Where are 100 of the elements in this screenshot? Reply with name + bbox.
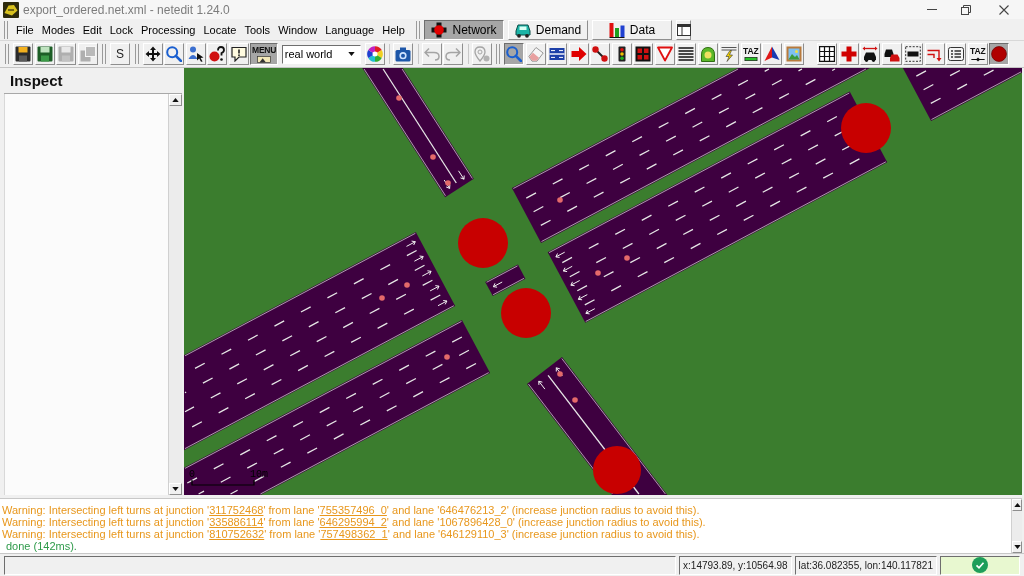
undo-icon: [423, 46, 440, 62]
menu-view-button[interactable]: MENU: [250, 43, 279, 65]
geometry-point: [430, 154, 436, 160]
search-icon: [166, 46, 182, 62]
window-toggle-button[interactable]: [676, 19, 691, 40]
dashed-frame-icon: [905, 46, 922, 62]
menu-item[interactable]: Language: [321, 21, 379, 38]
menu-item[interactable]: Help: [378, 21, 409, 38]
panel-title: Inspect: [10, 72, 63, 89]
junction-marker: [841, 103, 891, 153]
eraser-icon: [527, 46, 544, 62]
menu-item[interactable]: Window: [274, 21, 322, 38]
road-icon: [549, 46, 566, 62]
dot-button[interactable]: [989, 43, 1010, 65]
grid-button[interactable]: [817, 43, 838, 65]
speech-bubble-icon: [230, 46, 247, 62]
caret-down-icon: [1013, 545, 1021, 549]
junction-marker: [593, 446, 641, 494]
shape-mode-button[interactable]: [762, 43, 783, 65]
list-icon: [948, 46, 965, 62]
geometry-point: [404, 282, 410, 288]
cursor-coordinates: x:14793.89, y:10564.98: [679, 555, 792, 575]
menu-item[interactable]: File: [12, 21, 38, 38]
inspect-mode-button[interactable]: [504, 43, 525, 65]
lightning-icon: [721, 46, 738, 62]
supermode-tab[interactable]: Network: [424, 19, 504, 40]
picture-icon: [257, 55, 272, 63]
scroll-up-button[interactable]: [1012, 499, 1022, 511]
junction-icon: [431, 21, 448, 38]
stop-mode-button[interactable]: [697, 43, 718, 65]
move-mode-button[interactable]: [568, 43, 589, 65]
window-title: export_ordered.net.xml - netedit 1.24.0: [23, 2, 230, 17]
menu-item[interactable]: Tools: [240, 21, 275, 38]
help-button[interactable]: [207, 43, 227, 65]
s-button[interactable]: S: [110, 43, 130, 65]
warning-message: Warning: Intersecting left turns at junction '311752468' from lane '755357496_0' and lane '646476213_2' (increase junction radius to avoid this).: [2, 504, 701, 516]
bar-icon: [742, 57, 759, 61]
wire-mode-button[interactable]: [719, 43, 740, 65]
vehicles-button[interactable]: [881, 43, 902, 65]
list-button[interactable]: [946, 43, 967, 65]
turn-arrows-button[interactable]: [924, 43, 945, 65]
picture-icon: [785, 46, 802, 62]
junction-marker: [458, 218, 508, 268]
save-button[interactable]: [13, 43, 33, 65]
junction-marker: [501, 288, 551, 338]
decal-mode-button[interactable]: [783, 43, 804, 65]
crossing-mode-button[interactable]: [633, 43, 654, 65]
locate-button[interactable]: [185, 43, 206, 65]
menu-item[interactable]: Edit: [78, 21, 106, 38]
taz-button[interactable]: TAZ: [967, 43, 988, 65]
geometry-point: [379, 295, 385, 301]
geometry-point: [572, 397, 578, 403]
car-arrows-icon: [862, 46, 879, 62]
taz-mode-button[interactable]: TAZ: [740, 43, 761, 65]
color-scheme-button[interactable]: [364, 43, 385, 65]
geometry-point: [557, 371, 563, 377]
frame-button[interactable]: [903, 43, 924, 65]
check-icon: [972, 557, 988, 573]
supermode-tab[interactable]: Demand: [508, 19, 588, 40]
move-button[interactable]: [142, 43, 163, 65]
scroll-down-button[interactable]: [169, 483, 182, 495]
menu-item[interactable]: Processing: [137, 21, 200, 38]
warning-message: Warning: Intersecting left turns at junction '810752632' from lane '757498362_1' and lane '646129110_3' (increase junction radius to avoid this).: [2, 528, 701, 540]
car-icon: [514, 21, 531, 38]
screenshot-button[interactable]: [393, 43, 414, 65]
pin-gear-icon: [473, 46, 490, 62]
grid-icon: [819, 46, 836, 62]
redo-icon: [445, 46, 462, 62]
connection-mode-button[interactable]: [590, 43, 611, 65]
junction-squares-icon: [635, 46, 652, 62]
car-width-button[interactable]: [860, 43, 881, 65]
help-icon: [209, 46, 225, 62]
lines-icon: [678, 46, 695, 62]
prohibition-mode-button[interactable]: [654, 43, 675, 65]
four-arrows-icon: [144, 46, 161, 62]
geometry-point: [445, 180, 451, 186]
messages-button[interactable]: [228, 43, 249, 65]
scrollbar[interactable]: [168, 94, 182, 495]
save-button[interactable]: [34, 43, 55, 65]
caret-down-icon: [172, 487, 179, 491]
menu-item[interactable]: Lock: [105, 21, 137, 38]
caret-down-icon: [347, 52, 355, 56]
select-mode-button[interactable]: [547, 43, 568, 65]
menu-item[interactable]: Locate: [199, 21, 241, 38]
search-icon: [506, 46, 523, 62]
menu-item[interactable]: Modes: [37, 21, 79, 38]
scrollbar[interactable]: [1011, 499, 1022, 553]
view-scheme-dropdown[interactable]: real world: [281, 44, 361, 64]
traffic-light-mode-button[interactable]: [611, 43, 632, 65]
scroll-down-button[interactable]: [1012, 541, 1022, 553]
color-wheel-icon: [366, 46, 383, 62]
geometry-point: [595, 270, 601, 276]
scroll-up-button[interactable]: [169, 94, 182, 106]
cross-button[interactable]: [838, 43, 859, 65]
supermode-tab[interactable]: Data: [592, 19, 672, 40]
lines-mode-button[interactable]: [676, 43, 697, 65]
app-logo-icon: [3, 1, 19, 18]
zoom-button[interactable]: [164, 43, 184, 65]
minimize-icon: [927, 9, 937, 10]
scale-label: 10m: [250, 469, 268, 480]
